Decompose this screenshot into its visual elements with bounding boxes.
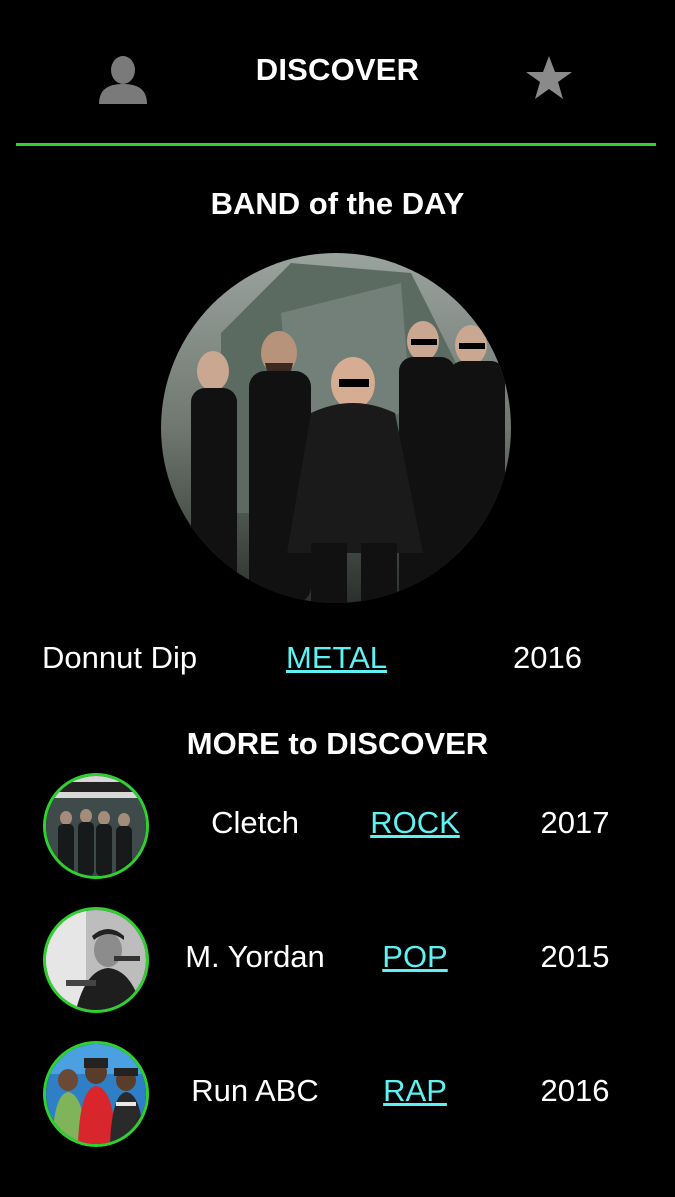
band-genre-link[interactable]: RAP <box>355 1073 475 1109</box>
band-avatar[interactable] <box>43 1041 149 1147</box>
more-to-discover-heading: MORE to DISCOVER <box>186 726 489 761</box>
band-of-day-year: 2016 <box>513 640 582 675</box>
band-name[interactable]: Cletch <box>160 805 350 841</box>
band-year: 2016 <box>540 1073 610 1108</box>
list-item[interactable]: M. Yordan POP 2015 <box>0 907 675 1013</box>
band-year: 2015 <box>540 939 610 974</box>
band-of-day-info: Donnut Dip METAL 2016 <box>0 636 675 680</box>
header-divider <box>16 143 656 146</box>
band-name[interactable]: M. Yordan <box>160 939 350 975</box>
band-genre-link[interactable]: POP <box>355 939 475 975</box>
band-of-day-genre-link[interactable]: METAL <box>286 640 387 676</box>
band-avatar[interactable] <box>43 773 149 879</box>
list-item[interactable]: Cletch ROCK 2017 <box>0 773 675 879</box>
favorites-button[interactable] <box>523 52 575 104</box>
band-name[interactable]: Run ABC <box>160 1073 350 1109</box>
band-year: 2017 <box>540 805 610 840</box>
band-genre-link[interactable]: ROCK <box>355 805 475 841</box>
band-avatar[interactable] <box>43 907 149 1013</box>
band-of-day-name[interactable]: Donnut Dip <box>42 640 197 676</box>
star-icon <box>526 56 572 99</box>
top-navigation-bar: DISCOVER <box>0 0 675 146</box>
band-of-day-photo[interactable] <box>161 253 511 603</box>
list-item[interactable]: Run ABC RAP 2016 <box>0 1041 675 1147</box>
band-of-day-heading: BAND of the DAY <box>210 186 465 221</box>
